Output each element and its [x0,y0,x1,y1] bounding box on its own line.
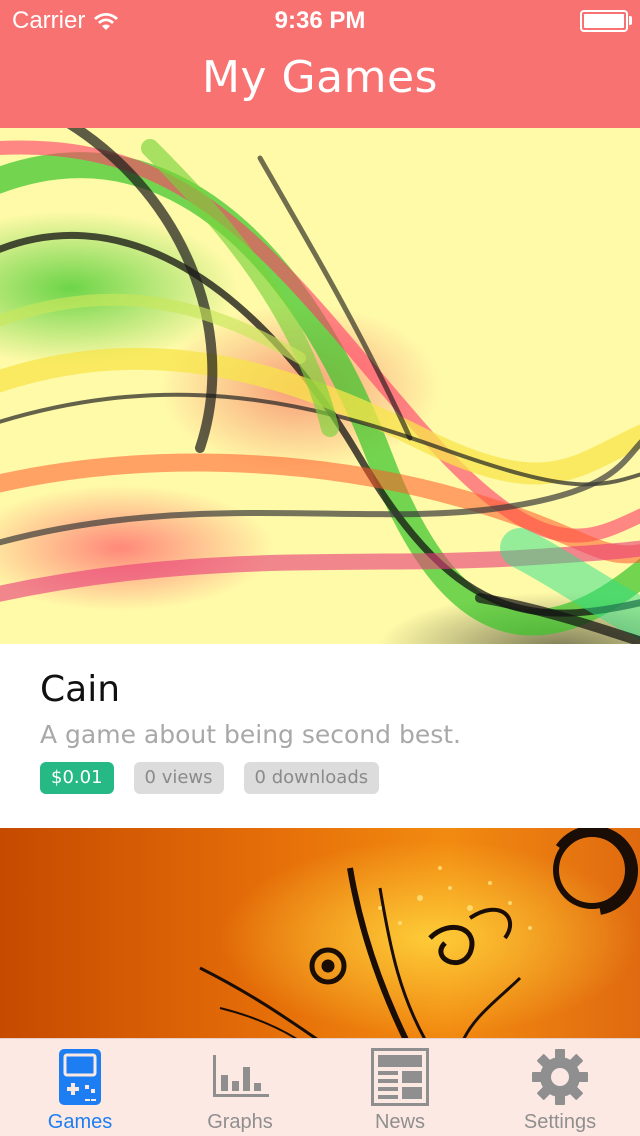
tab-label: Settings [523,1111,597,1133]
game-stats: $0.01 0 views 0 downloads [40,762,600,794]
gear-icon [531,1047,589,1107]
tab-label: Graphs [207,1111,273,1133]
game-title: Cain [40,669,121,710]
game-card[interactable]: Cain A game about being second best. $0.… [0,128,640,828]
status-bar: Carrier 9:36 PM [0,0,640,40]
tab-graphs[interactable]: Graphs [160,1039,320,1136]
downloads-badge: 0 downloads [243,762,380,794]
status-time: 9:36 PM [274,7,366,34]
tab-label: Games [47,1111,113,1133]
game-card[interactable] [0,828,640,1038]
price-badge: $0.01 [40,762,114,794]
abstract-swirl-artwork [0,128,640,644]
game-info[interactable]: Cain A game about being second best. $0.… [0,644,640,828]
tab-games[interactable]: Games [0,1039,160,1136]
battery-level [584,14,624,28]
tab-settings[interactable]: Settings [480,1039,640,1136]
tab-bar: Games Graphs News Settings [0,1038,640,1136]
tab-news[interactable]: News [320,1039,480,1136]
page-title: My Games [202,52,438,103]
navigation-header: Carrier 9:36 PM My Games [0,0,640,128]
bar-chart-icon [211,1047,269,1107]
newspaper-icon [371,1047,429,1107]
tab-label: News [374,1111,425,1133]
gamepad-icon [58,1047,102,1107]
floral-artwork [199,828,638,1038]
battery-icon [580,10,628,32]
games-list[interactable]: Cain A game about being second best. $0.… [0,128,640,1038]
game-cover-image[interactable] [0,128,640,644]
game-description: A game about being second best. [40,720,461,749]
views-badge: 0 views [133,762,224,794]
battery-tip [629,16,632,25]
game-cover-image[interactable] [0,828,640,1038]
